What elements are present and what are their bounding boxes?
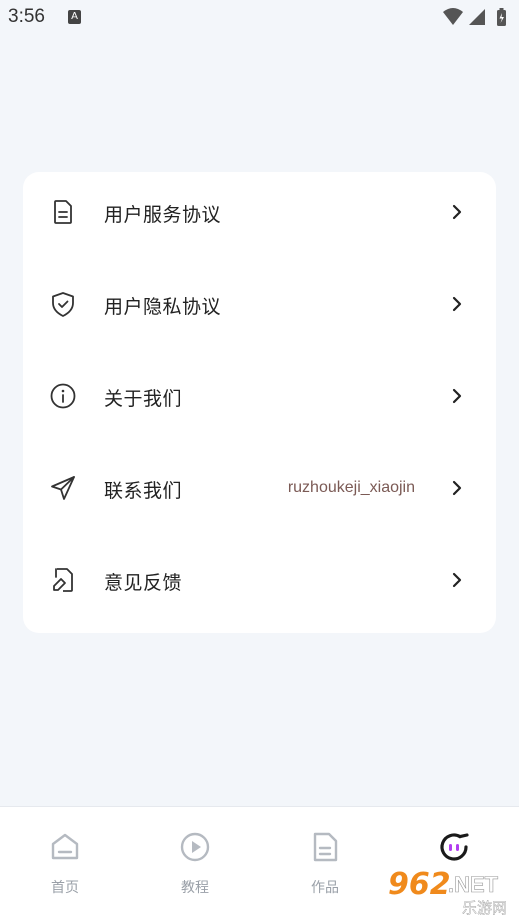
menu-item-user-agreement[interactable]: 用户服务协议 [23,172,496,264]
chevron-right-icon [452,296,462,312]
wifi-icon [443,8,463,25]
document-icon [54,200,72,224]
menu-item-feedback[interactable]: 意见反馈 [23,540,496,632]
tab-tutorial[interactable]: 教程 [130,807,260,923]
chevron-right-icon [452,388,462,404]
menu-item-privacy-agreement[interactable]: 用户隐私协议 [23,264,496,356]
tab-label: 首页 [51,880,79,896]
tab-works[interactable]: 作品 [260,807,390,923]
contact-wechat-id: ruzhoukeji_xiaojin [287,479,415,496]
play-circle-icon [180,832,210,862]
menu-item-label: 联系我们 [104,480,183,502]
watermark-logo: 962 .NET 乐游网 [378,862,516,917]
menu-item-label: 意见反馈 [104,572,183,594]
send-icon [51,476,75,500]
tab-label: 教程 [181,880,209,896]
chevron-right-icon [452,480,462,496]
menu-item-about-us[interactable]: 关于我们 [23,356,496,448]
chevron-right-icon [452,572,462,588]
status-time: 3:56 [8,6,45,27]
battery-icon [497,8,506,26]
svg-text:乐游网: 乐游网 [462,899,507,916]
a-notification-icon: A [68,10,81,24]
menu-item-label: 用户服务协议 [104,204,222,226]
svg-text:962: 962 [388,867,451,902]
tab-home[interactable]: 首页 [0,807,130,923]
settings-card: 用户服务协议 用户隐私协议 关于我们 联系我们 ruzhoukeji_xiaoj… [23,172,496,633]
menu-item-label: 关于我们 [104,388,183,410]
svg-text:.NET: .NET [448,872,499,897]
tab-label: 作品 [311,880,339,896]
shield-check-icon [52,292,74,317]
feedback-edit-icon [53,568,73,592]
menu-item-contact-us[interactable]: 联系我们 ruzhoukeji_xiaojin [23,448,496,540]
profile-face-icon [440,833,469,861]
menu-item-label: 用户隐私协议 [104,296,222,318]
home-icon [51,833,79,860]
status-bar: 3:56 A [0,0,519,36]
status-icons [441,6,511,28]
file-icon [313,832,338,862]
signal-icon [469,9,485,25]
chevron-right-icon [452,204,462,220]
info-icon [50,383,76,409]
